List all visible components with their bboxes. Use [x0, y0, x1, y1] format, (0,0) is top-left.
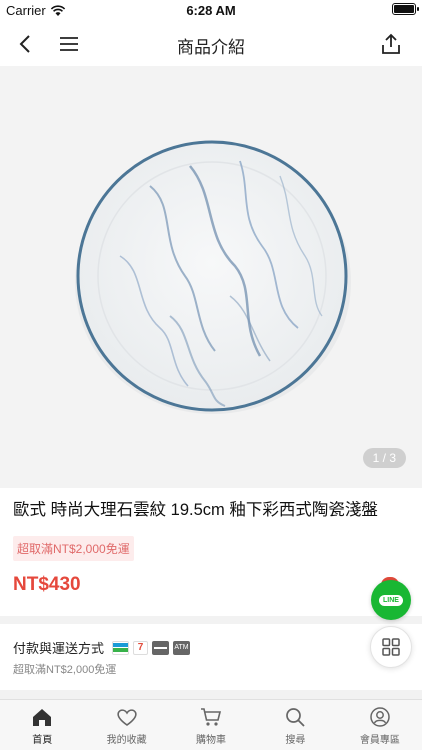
quick-menu-button[interactable]	[370, 626, 412, 668]
credit-card-icon	[152, 640, 170, 655]
product-price: NT$430	[13, 574, 81, 595]
line-label: LINE	[379, 594, 403, 606]
cart-icon	[201, 708, 222, 726]
tab-label: 搜尋	[285, 735, 306, 746]
seven-eleven-icon: 7	[133, 640, 149, 655]
promo-tag: 超取滿NT$2,000免運	[13, 536, 134, 561]
grid-icon	[382, 638, 400, 656]
home-icon	[33, 709, 52, 726]
status-time: 6:28 AM	[186, 3, 236, 18]
tab-member[interactable]: 會員專區	[338, 700, 422, 750]
tab-label: 首頁	[32, 735, 53, 746]
tab-label: 會員專區	[359, 735, 400, 746]
battery-icon	[392, 3, 419, 15]
image-pager: 1 / 3	[362, 448, 406, 468]
line-chat-button[interactable]: LINE	[371, 580, 411, 620]
tab-label: 我的收藏	[106, 735, 147, 746]
share-button[interactable]	[376, 30, 406, 58]
heart-icon	[116, 709, 137, 726]
tab-favorites[interactable]: 我的收藏	[84, 700, 168, 750]
marble-plate-image	[75, 140, 351, 414]
tab-label: 購物車	[196, 735, 227, 746]
section-divider	[0, 690, 422, 699]
product-image-gallery[interactable]: 1 / 3	[0, 66, 422, 488]
payment-label: 付款與運送方式	[13, 641, 105, 656]
tab-cart[interactable]: 購物車	[169, 700, 253, 750]
payment-shipping-section[interactable]: 付款與運送方式 7 ATM 超取滿NT$2,000免運	[13, 638, 191, 677]
tab-bar: 首頁 我的收藏 購物車 搜尋 會員專區	[0, 699, 422, 750]
nav-bar: 商品介紹	[0, 22, 422, 66]
status-bar: Carrier 6:28 AM	[0, 0, 422, 22]
search-icon	[286, 708, 306, 727]
familymart-icon	[112, 640, 130, 655]
tab-home[interactable]: 首頁	[0, 700, 84, 750]
payment-sub: 超取滿NT$2,000免運	[13, 664, 117, 676]
share-icon	[382, 33, 400, 54]
product-title: 歐式 時尚大理石雲紋 19.5cm 釉下彩西式陶瓷淺盤	[13, 501, 378, 519]
section-divider	[0, 616, 422, 624]
page-title: 商品介紹	[177, 38, 245, 57]
tab-search[interactable]: 搜尋	[253, 700, 337, 750]
user-icon	[370, 707, 390, 727]
payment-icons: 7 ATM	[112, 640, 191, 655]
atm-icon: ATM	[173, 640, 191, 655]
